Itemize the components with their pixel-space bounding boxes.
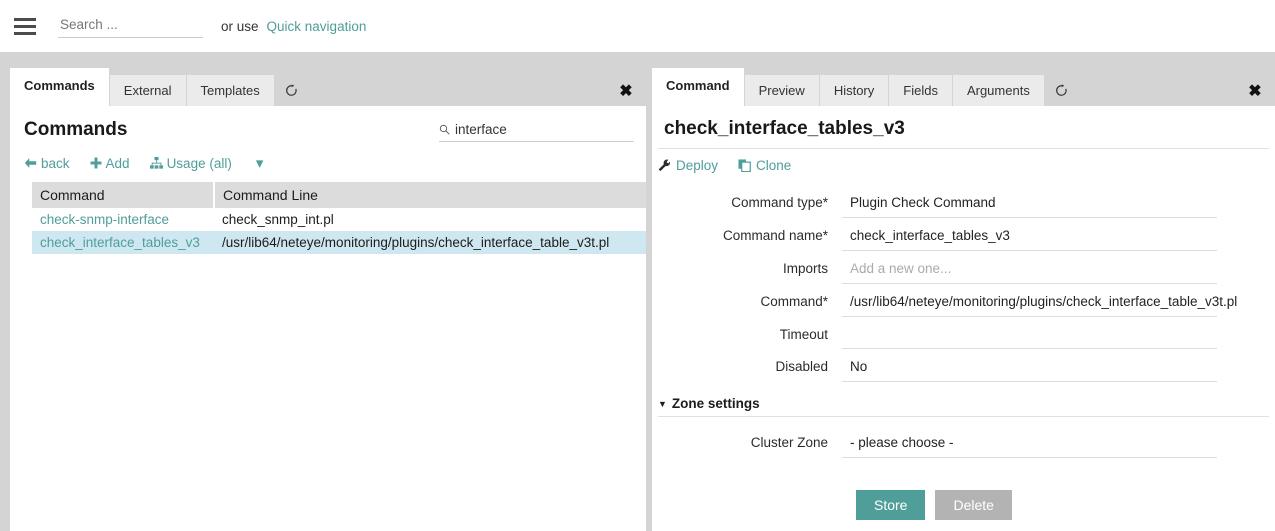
tabstrip-spacer <box>1079 75 1241 106</box>
table-row[interactable]: check_interface_tables_v3 /usr/lib64/net… <box>32 231 646 254</box>
table-row[interactable]: check-snmp-interface check_snmp_int.pl <box>32 208 646 231</box>
deploy-button-label: Deploy <box>676 158 719 173</box>
application-window: or use Quick navigation Commands Externa… <box>0 0 1275 531</box>
table-header-row: Command Command Line <box>32 182 646 208</box>
delete-button[interactable]: Delete <box>935 490 1012 520</box>
field-command[interactable]: /usr/lib64/neteye/monitoring/plugins/che… <box>842 288 1237 317</box>
label-command: Command* <box>760 294 828 309</box>
store-button[interactable]: Store <box>856 490 926 520</box>
copy-icon <box>738 159 751 172</box>
commands-list-panel: Commands External Templates ✖ Commands i… <box>10 68 646 531</box>
commands-filter[interactable]: interface <box>439 122 634 142</box>
command-name-cell[interactable]: check_interface_tables_v3 <box>32 231 214 254</box>
label-cluster-zone: Cluster Zone <box>750 435 828 450</box>
back-button-label: back <box>41 155 70 171</box>
search-input[interactable] <box>58 14 203 38</box>
tab-history[interactable]: History <box>819 75 890 106</box>
form-row-imports: Imports Add a new one... <box>652 255 1275 284</box>
form-row-disabled: Disabled No <box>652 353 1275 382</box>
plus-icon <box>90 157 102 169</box>
detail-title: check_interface_tables_v3 <box>658 106 1269 149</box>
label-disabled: Disabled <box>775 359 828 374</box>
column-header-command[interactable]: Command <box>32 182 215 208</box>
arrow-left-icon <box>24 157 37 169</box>
field-disabled[interactable]: No <box>842 353 1217 382</box>
right-panel-tabstrip: Command Preview History Fields Arguments… <box>652 68 1275 106</box>
tab-arguments[interactable]: Arguments <box>952 75 1045 106</box>
clone-button-label: Clone <box>756 158 792 173</box>
refresh-icon[interactable] <box>275 75 309 106</box>
triangle-down-icon: ▼ <box>658 398 667 409</box>
tab-external[interactable]: External <box>109 75 187 106</box>
form-row-command-name: Command name* check_interface_tables_v3 <box>652 222 1275 251</box>
tab-commands[interactable]: Commands <box>10 68 110 106</box>
commands-table: Command Command Line check-snmp-interfac… <box>32 182 646 254</box>
tab-preview[interactable]: Preview <box>744 75 820 106</box>
tab-fields[interactable]: Fields <box>889 75 953 106</box>
field-timeout[interactable] <box>842 321 1217 349</box>
clone-button[interactable]: Clone <box>738 158 791 173</box>
wrench-icon <box>658 159 671 172</box>
form-row-cluster-zone: Cluster Zone - please choose - <box>652 429 1275 458</box>
command-line-cell: /usr/lib64/neteye/monitoring/plugins/che… <box>222 235 610 250</box>
add-button-label: Add <box>105 155 130 171</box>
label-imports: Imports <box>782 261 828 276</box>
close-icon[interactable]: ✖ <box>1241 75 1275 106</box>
refresh-icon[interactable] <box>1045 75 1079 106</box>
commands-header: Commands interface <box>10 106 646 142</box>
search-icon <box>439 124 450 135</box>
quick-navigation-link[interactable]: Quick navigation <box>267 19 367 34</box>
deploy-button[interactable]: Deploy <box>658 158 718 173</box>
zone-settings-section-header[interactable]: ▼ Zone settings <box>658 396 1269 417</box>
left-panel-tabstrip: Commands External Templates ✖ <box>10 68 646 106</box>
commands-action-bar: back Add Usage (all) ▾ <box>10 142 646 182</box>
form-row-command: Command* /usr/lib64/neteye/monitoring/pl… <box>652 288 1275 317</box>
page-title: Commands <box>24 119 128 140</box>
usage-button[interactable]: Usage (all) <box>149 155 232 171</box>
add-button[interactable]: Add <box>90 156 130 171</box>
form-row-command-type: Command type* Plugin Check Command <box>652 189 1275 218</box>
field-imports[interactable]: Add a new one... <box>842 255 1217 284</box>
or-use-label: or use <box>221 18 259 34</box>
command-form: Command type* Plugin Check Command Comma… <box>652 179 1275 520</box>
form-row-timeout: Timeout <box>652 321 1275 349</box>
command-detail-panel: Command Preview History Fields Arguments… <box>652 68 1275 531</box>
zone-settings-label: Zone settings <box>671 396 760 411</box>
sitemap-icon <box>149 157 163 169</box>
commands-panel-body: Commands interface back Add Usage (all) … <box>10 106 646 531</box>
tab-templates[interactable]: Templates <box>186 75 275 106</box>
command-line-cell: check_snmp_int.pl <box>222 212 334 227</box>
column-header-command-line[interactable]: Command Line <box>214 182 646 208</box>
command-detail-body: check_interface_tables_v3 Deploy Clone C… <box>652 106 1275 531</box>
back-button[interactable]: back <box>24 156 70 171</box>
field-command-type[interactable]: Plugin Check Command <box>842 189 1217 218</box>
close-icon[interactable]: ✖ <box>612 75 646 106</box>
hamburger-menu-icon[interactable] <box>14 17 36 35</box>
label-command-name: Command name* <box>722 228 828 243</box>
top-bar: or use Quick navigation <box>0 0 1275 52</box>
field-command-name[interactable]: check_interface_tables_v3 <box>842 222 1217 251</box>
label-timeout: Timeout <box>779 327 828 342</box>
form-button-row: Store Delete <box>666 462 1275 520</box>
commands-filter-value: interface <box>455 122 507 137</box>
chevron-down-icon[interactable]: ▾ <box>252 154 264 172</box>
detail-action-bar: Deploy Clone <box>652 149 1275 179</box>
tabstrip-spacer <box>309 75 612 106</box>
label-command-type: Command type* <box>731 195 828 210</box>
field-cluster-zone[interactable]: - please choose - <box>842 429 1217 458</box>
command-name-cell[interactable]: check-snmp-interface <box>32 208 214 231</box>
tab-command[interactable]: Command <box>652 68 745 106</box>
usage-button-label: Usage (all) <box>166 155 232 171</box>
